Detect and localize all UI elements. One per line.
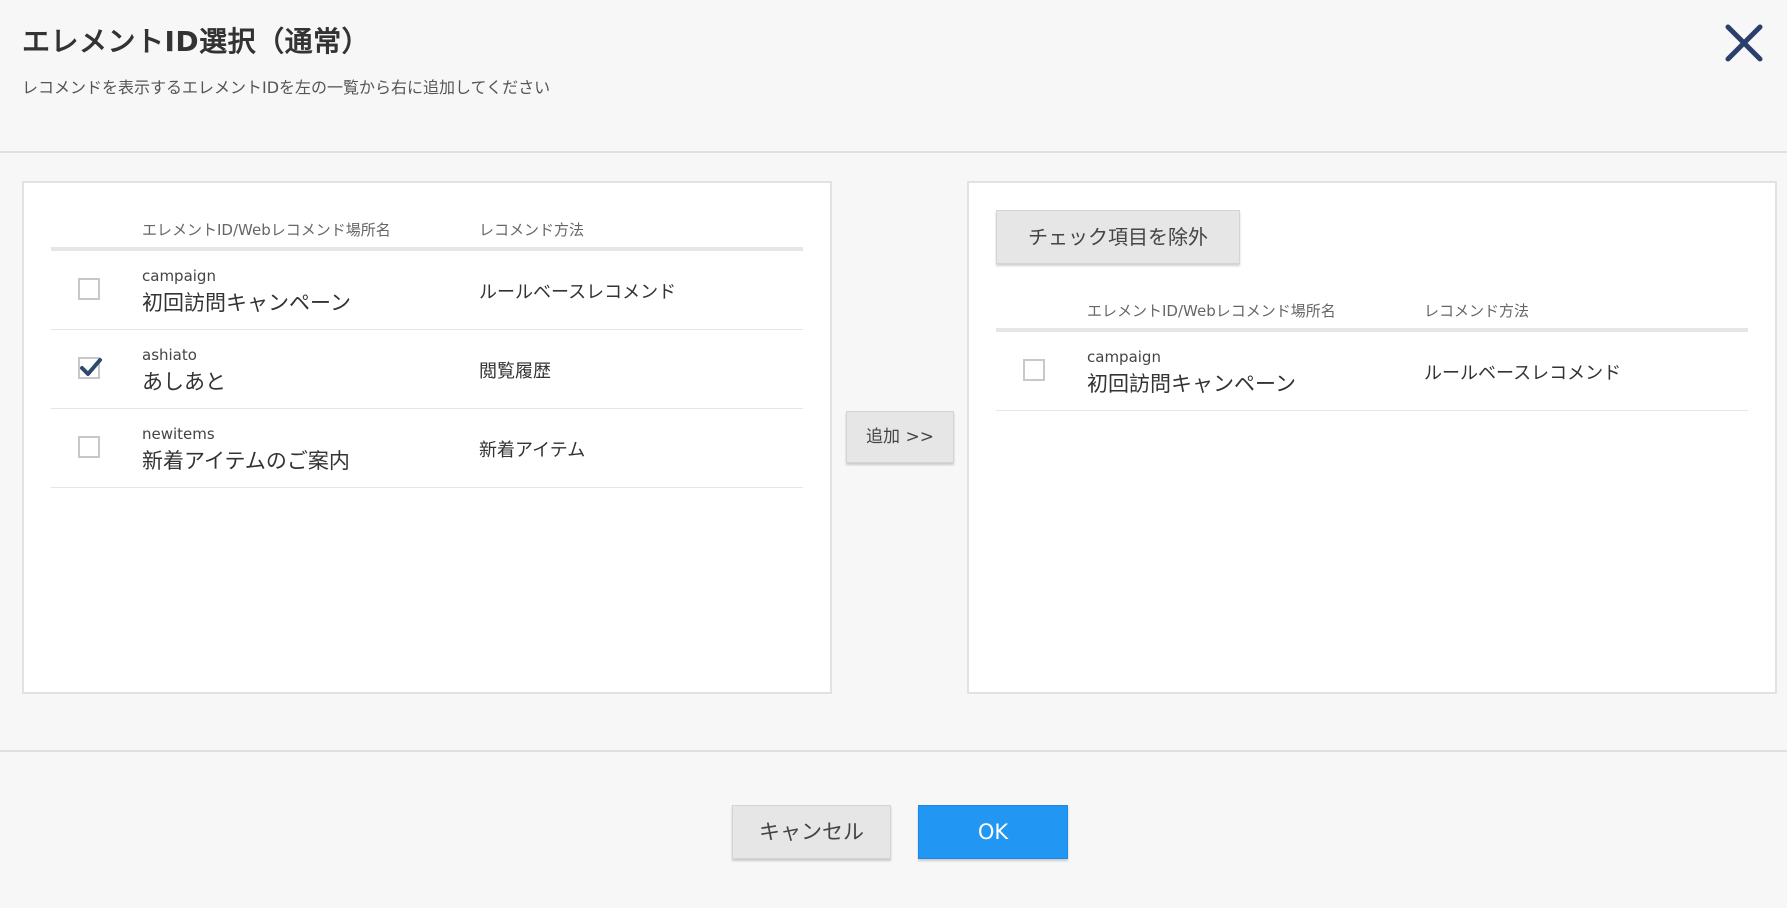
row-checkbox[interactable]: [78, 436, 100, 458]
element-id: campaign: [142, 267, 216, 285]
element-name: 初回訪問キャンペーン: [142, 291, 351, 315]
row-checkbox[interactable]: [78, 357, 102, 379]
column-header-name: エレメントID/Webレコメンド場所名: [1087, 302, 1336, 320]
element-id: ashiato: [142, 346, 197, 364]
recommend-method: ルールベースレコメンド: [479, 282, 677, 303]
ok-button[interactable]: OK: [918, 805, 1068, 859]
recommend-method: 新着アイテム: [479, 440, 586, 461]
dialog-description: レコメンドを表示するエレメントIDを左の一覧から右に追加してください: [22, 78, 551, 97]
remove-checked-button[interactable]: チェック項目を除外: [996, 210, 1240, 264]
table-header: エレメントID/Webレコメンド場所名 レコメンド方法: [51, 213, 803, 251]
close-button[interactable]: [1723, 22, 1765, 64]
header-divider: [0, 151, 1787, 153]
recommend-method: ルールベースレコメンド: [1424, 363, 1622, 384]
element-id: campaign: [1087, 348, 1161, 366]
column-header-name: エレメントID/Webレコメンド場所名: [142, 221, 391, 239]
selected-elements-panel: チェック項目を除外 エレメントID/Webレコメンド場所名 レコメンド方法 ca…: [967, 181, 1777, 694]
element-name: 新着アイテムのご案内: [142, 449, 350, 473]
checkmark-icon: [80, 358, 102, 376]
element-name: 初回訪問キャンペーン: [1087, 372, 1296, 396]
element-id: newitems: [142, 425, 215, 443]
table-row[interactable]: campaign 初回訪問キャンペーン ルールベースレコメンド: [996, 332, 1748, 411]
recommend-method: 閲覧履歴: [479, 361, 551, 382]
column-header-method: レコメンド方法: [1424, 302, 1530, 320]
column-header-method: レコメンド方法: [479, 221, 585, 239]
element-name: あしあと: [142, 370, 226, 394]
table-row[interactable]: newitems 新着アイテムのご案内 新着アイテム: [51, 409, 803, 488]
dialog-title: エレメントID選択（通常）: [22, 25, 371, 58]
row-checkbox[interactable]: [78, 278, 100, 300]
cancel-button[interactable]: キャンセル: [732, 805, 891, 859]
close-icon: [1725, 24, 1763, 62]
available-elements-panel: エレメントID/Webレコメンド場所名 レコメンド方法 campaign 初回訪…: [22, 181, 832, 694]
add-button[interactable]: 追加 >>: [846, 411, 954, 463]
table-header: エレメントID/Webレコメンド場所名 レコメンド方法: [996, 294, 1748, 332]
table-row[interactable]: campaign 初回訪問キャンペーン ルールベースレコメンド: [51, 251, 803, 330]
footer-divider: [0, 750, 1787, 752]
selected-elements-table: エレメントID/Webレコメンド場所名 レコメンド方法 campaign 初回訪…: [996, 294, 1748, 411]
available-elements-table: エレメントID/Webレコメンド場所名 レコメンド方法 campaign 初回訪…: [51, 213, 803, 488]
row-checkbox[interactable]: [1023, 359, 1045, 381]
table-row[interactable]: ashiato あしあと 閲覧履歴: [51, 330, 803, 409]
